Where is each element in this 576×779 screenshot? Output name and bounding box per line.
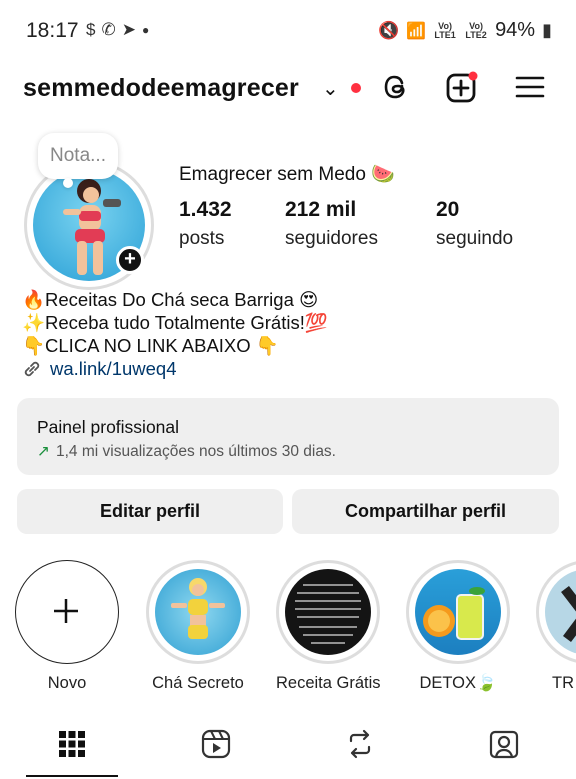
tab-reels[interactable]: [144, 712, 288, 776]
bio: 🔥Receitas Do Chá seca Barriga 😍 ✨Receba …: [22, 288, 328, 357]
dashboard-subtitle: 1,4 mi visualizações nos últimos 30 dias…: [56, 443, 336, 460]
following-count: 20: [436, 198, 460, 221]
bio-line: 🔥Receitas Do Chá seca Barriga 😍: [22, 289, 319, 310]
link-icon: [24, 361, 40, 377]
highlight-new[interactable]: Novo: [15, 560, 119, 693]
create-post-icon[interactable]: [446, 71, 478, 103]
bio-line: 👇CLICA NO LINK ABAIXO 👇: [22, 335, 279, 356]
add-story-plus-icon[interactable]: +: [116, 246, 144, 274]
username[interactable]: semmedodeemagrecer: [23, 74, 299, 103]
highlight-image: [285, 569, 371, 655]
followers-label: seguidores: [285, 228, 378, 249]
share-profile-button[interactable]: Compartilhar perfil: [292, 489, 559, 534]
menu-icon[interactable]: [514, 71, 546, 103]
mute-icon: 🔇: [377, 20, 400, 40]
highlight-label: Novo: [47, 674, 87, 692]
whatsapp-icon: ✆: [101, 20, 116, 39]
bio-link-text: wa.link/1uweq4: [50, 358, 177, 379]
network-2-label: Vo) LTE2: [465, 20, 487, 40]
trend-up-icon: ↗: [37, 443, 50, 460]
reels-icon: [201, 729, 231, 759]
network-1-label: Vo) LTE1: [434, 20, 456, 40]
tagged-icon: [489, 730, 519, 759]
highlight-label: TR: [552, 674, 574, 692]
followers-stat[interactable]: 212 mil seguidores: [285, 198, 378, 250]
following-label: seguindo: [436, 228, 514, 249]
highlight-image: [155, 569, 241, 655]
display-name: Emagrecer sem Medo 🍉: [179, 164, 395, 185]
note-bubble[interactable]: Nota...: [38, 133, 118, 179]
wifi-icon: 📶: [406, 22, 427, 40]
posts-count: 1.432: [179, 198, 232, 221]
status-time: 18:17: [26, 19, 79, 42]
tab-reposts[interactable]: [288, 712, 432, 776]
chevron-down-icon[interactable]: ⌄: [322, 76, 339, 101]
bio-link[interactable]: wa.link/1uweq4: [22, 358, 177, 380]
repost-icon: [349, 729, 371, 759]
plus-icon: [54, 599, 78, 623]
profile-tabs: [0, 712, 576, 779]
professional-dashboard[interactable]: Painel profissional ↗ 1,4 mi visualizaçõe…: [17, 398, 559, 475]
following-stat[interactable]: 20 seguindo: [436, 198, 513, 250]
edit-profile-button[interactable]: Editar perfil: [17, 489, 283, 534]
highlight-label: Receita Grátis: [276, 674, 381, 692]
status-bar: 18:17 $ ✆ ➤ ● 🔇 📶 Vo) LTE1 Vo) LTE2 94% …: [0, 0, 576, 58]
posts-stat[interactable]: 1.432 posts: [179, 198, 232, 250]
profile-header: semmedodeemagrecer ⌄: [0, 62, 576, 114]
highlight-label: Chá Secreto: [152, 674, 244, 692]
threads-icon[interactable]: [380, 71, 412, 103]
battery-icon: ▮: [542, 20, 552, 40]
posts-label: posts: [179, 228, 225, 249]
highlight-label: DETOX🍃: [419, 674, 497, 692]
tab-posts[interactable]: [0, 712, 144, 776]
highlight-receita-gratis[interactable]: Receita Grátis: [276, 560, 381, 693]
highlight-cha-secreto[interactable]: Chá Secreto: [146, 560, 250, 693]
note-bubble-tail: [63, 178, 73, 188]
tab-tagged[interactable]: [432, 712, 576, 776]
highlight-detox[interactable]: DETOX🍃: [406, 560, 510, 693]
grid-icon: [59, 731, 85, 757]
dot-icon: ●: [141, 23, 150, 37]
notification-dot: [351, 83, 361, 93]
highlight-image: [545, 569, 576, 655]
dollar-icon: $: [86, 20, 96, 39]
dashboard-title: Painel profissional: [37, 417, 180, 437]
bio-line: ✨Receba tudo Totalmente Grátis!💯: [22, 312, 328, 333]
active-tab-indicator: [26, 775, 118, 777]
highlight-partial[interactable]: TR: [536, 560, 576, 693]
followers-count: 212 mil: [285, 198, 357, 221]
highlight-image: [415, 569, 501, 655]
battery-level: 94%: [495, 19, 536, 41]
telegram-icon: ➤: [121, 20, 136, 39]
